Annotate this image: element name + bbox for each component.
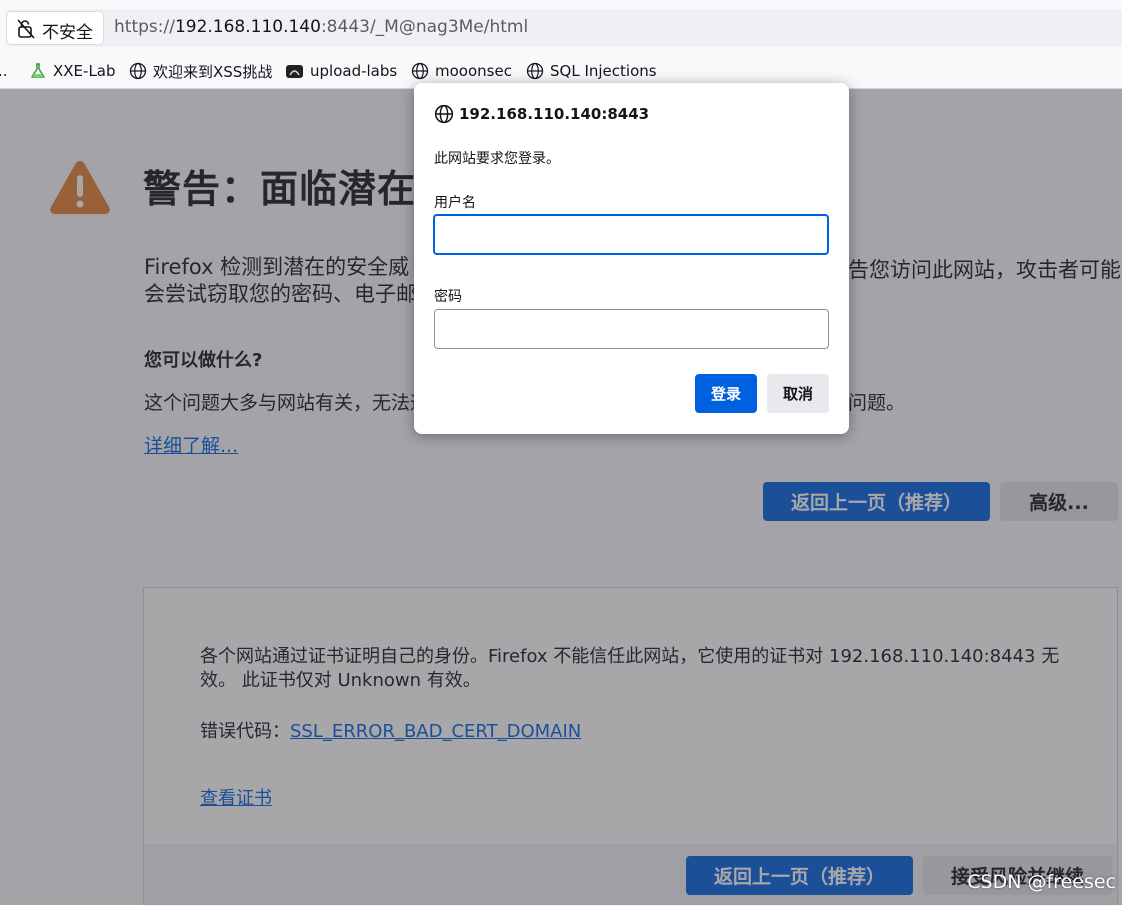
watermark: CSDN @freesec: [967, 871, 1116, 893]
dialog-host: 192.168.110.140:8443: [459, 105, 650, 123]
address-bar[interactable]: 不安全 https://192.168.110.140:8443/_M@nag3…: [6, 9, 1122, 47]
dialog-message: 此网站要求您登录。: [434, 151, 560, 167]
bookmarks-overflow-label: ..: [0, 62, 8, 80]
globe-icon: [129, 62, 147, 80]
auth-dialog: 192.168.110.140:8443 此网站要求您登录。 用户名 密码 登录…: [414, 83, 849, 434]
bookmark-label: mooonsec: [435, 62, 512, 80]
bookmark-label: SQL Injections: [550, 62, 657, 80]
dialog-header: 192.168.110.140:8443: [434, 104, 649, 124]
url-prefix: https://: [114, 17, 175, 37]
bookmark-label: upload-labs: [310, 62, 398, 80]
bookmark-label: XXE-Lab: [53, 62, 116, 80]
url-text[interactable]: https://192.168.110.140:8443/_M@nag3Me/h…: [114, 17, 528, 37]
globe-icon: [526, 62, 544, 80]
insecure-lock-icon: [17, 19, 35, 39]
login-button[interactable]: 登录: [695, 374, 757, 413]
password-label: 密码: [434, 289, 462, 305]
url-path: :8443/_M@nag3Me/html: [320, 17, 529, 37]
username-input[interactable]: [433, 214, 829, 255]
bookmark-xss[interactable]: 欢迎来到XSS挑战: [129, 61, 272, 81]
globe-icon: [434, 104, 454, 124]
url-host: 192.168.110.140: [174, 17, 321, 37]
globe-icon: [411, 62, 429, 80]
username-label: 用户名: [434, 195, 476, 211]
bookmark-xxe-lab[interactable]: XXE-Lab: [29, 61, 116, 81]
navigation-toolbar: 不安全 https://192.168.110.140:8443/_M@nag3…: [0, 0, 1122, 54]
upload-labs-icon: [286, 65, 303, 78]
cancel-button[interactable]: 取消: [767, 374, 829, 413]
bookmark-label: 欢迎来到XSS挑战: [153, 62, 273, 81]
bookmark-mooonsec[interactable]: mooonsec: [411, 61, 512, 81]
flask-icon: [31, 63, 45, 78]
site-security-button[interactable]: 不安全: [7, 12, 103, 44]
bookmark-sql-injections[interactable]: SQL Injections: [526, 61, 657, 81]
bookmarks-overflow[interactable]: ..: [0, 61, 8, 81]
bookmark-upload-labs[interactable]: upload-labs: [285, 61, 397, 81]
password-input[interactable]: [434, 309, 829, 349]
not-secure-label: 不安全: [42, 23, 93, 43]
